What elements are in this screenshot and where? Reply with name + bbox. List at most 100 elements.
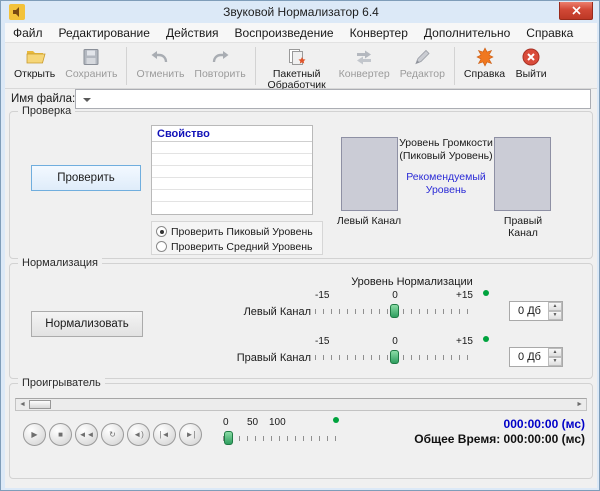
- right-level-value: 0 Дб: [512, 348, 547, 366]
- volume-button[interactable]: ◄): [127, 423, 150, 446]
- volume-level-caption-line1: Уровень Громкости: [398, 137, 494, 150]
- next-icon: ►|: [186, 430, 196, 439]
- position-slider[interactable]: ◄ ►: [15, 398, 587, 411]
- volume-slider[interactable]: [223, 431, 339, 445]
- right-level-spinbox[interactable]: 0 Дб ▲ ▼: [509, 347, 563, 367]
- left-channel-display: [341, 137, 398, 211]
- menu-item-playback[interactable]: Воспроизведение: [227, 24, 342, 42]
- left-level-value: 0 Дб: [512, 302, 547, 320]
- normalize-right-channel-label: Правый Канал: [229, 352, 311, 364]
- left-level-spinbox[interactable]: 0 Дб ▲ ▼: [509, 301, 563, 321]
- play-button[interactable]: ▶: [23, 423, 46, 446]
- scale-end-dot: [483, 290, 489, 296]
- menu-item-edit[interactable]: Редактирование: [51, 24, 158, 42]
- left-level-slider-thumb[interactable]: [390, 304, 399, 318]
- left-channel-label: Левый Канал: [334, 215, 404, 227]
- left-level-slider[interactable]: [315, 304, 475, 318]
- table-row: [152, 154, 312, 166]
- radio-check-average-level[interactable]: Проверить Средний Уровень: [156, 239, 318, 254]
- radio-selected-icon: [156, 226, 167, 237]
- redo-icon: [209, 46, 231, 68]
- menu-item-file[interactable]: Файл: [5, 24, 51, 42]
- help-button[interactable]: Справка: [459, 45, 510, 81]
- right-channel-display: [494, 137, 551, 211]
- previous-icon: |◄: [160, 430, 170, 439]
- editor-icon: [411, 46, 433, 68]
- volume-scale-0: 0: [223, 417, 229, 428]
- batch-processor-label: Пакетный Обработчик: [265, 69, 329, 91]
- total-time-value: 000:00:00: [504, 432, 559, 446]
- scale-min-label: -15: [315, 336, 329, 347]
- close-icon: [572, 6, 581, 15]
- app-window: Звуковой Нормализатор 6.4 Файл Редактиро…: [0, 0, 600, 491]
- redo-label: Повторить: [194, 69, 245, 80]
- total-time-label: Общее Время:: [414, 432, 500, 446]
- recommended-level-link-line2[interactable]: Уровень: [398, 184, 494, 197]
- right-level-slider-thumb[interactable]: [390, 350, 399, 364]
- left-spin-up-button[interactable]: ▲: [548, 302, 562, 311]
- normalize-title: Уровень Нормализации: [297, 276, 527, 288]
- scale-max-label: +15: [456, 336, 473, 347]
- exit-button[interactable]: Выйти: [510, 45, 552, 81]
- converter-icon: [353, 46, 375, 68]
- position-slider-thumb[interactable]: [29, 400, 51, 409]
- total-time-unit: (мс): [562, 432, 585, 446]
- check-button[interactable]: Проверить: [31, 165, 141, 191]
- batch-processor-button[interactable]: Пакетный Обработчик: [260, 45, 334, 92]
- left-spin-down-button[interactable]: ▼: [548, 311, 562, 320]
- recommended-level-link-line1[interactable]: Рекомендуемый: [398, 171, 494, 184]
- open-button[interactable]: Открыть: [9, 45, 60, 81]
- rewind-button[interactable]: ◄◄: [75, 423, 98, 446]
- filename-combobox[interactable]: [75, 89, 591, 109]
- volume-level-caption-line2: (Пиковый Уровень): [398, 150, 494, 163]
- stop-button[interactable]: ■: [49, 423, 72, 446]
- previous-button[interactable]: |◄: [153, 423, 176, 446]
- volume-end-dot: [333, 417, 339, 423]
- radio-check-peak-level[interactable]: Проверить Пиковый Уровень: [156, 224, 318, 239]
- radio-peak-label: Проверить Пиковый Уровень: [171, 226, 313, 238]
- volume-slider-thumb[interactable]: [224, 431, 233, 445]
- menu-item-help[interactable]: Справка: [518, 24, 581, 42]
- close-button[interactable]: [559, 2, 593, 20]
- level-captions: Уровень Громкости (Пиковый Уровень) Реко…: [398, 137, 494, 197]
- volume-scale-100: 100: [269, 417, 286, 428]
- window-title: Звуковой Нормализатор 6.4: [2, 5, 600, 19]
- right-spin-up-button[interactable]: ▲: [548, 348, 562, 357]
- scale-mid-label: 0: [392, 290, 398, 301]
- stop-icon: ■: [58, 430, 63, 439]
- open-folder-icon: [24, 46, 46, 68]
- repeat-button[interactable]: ↻: [101, 423, 124, 446]
- save-button: Сохранить: [60, 45, 122, 81]
- volume-scale-50: 50: [247, 417, 258, 428]
- right-level-slider[interactable]: [315, 350, 475, 364]
- table-row: [152, 202, 312, 214]
- normalize-button[interactable]: Нормализовать: [31, 311, 143, 337]
- right-channel-label: Правый Канал: [488, 215, 558, 239]
- menu-item-extra[interactable]: Дополнительно: [416, 24, 518, 42]
- filename-label: Имя файла:: [11, 93, 75, 105]
- repeat-icon: ↻: [109, 430, 116, 439]
- right-spin-down-button[interactable]: ▼: [548, 357, 562, 366]
- current-time-value: 000:00:00: [504, 417, 559, 431]
- left-level-scale: -15 0 +15: [315, 290, 475, 302]
- filename-input[interactable]: [94, 91, 588, 107]
- chevron-down-icon: [83, 98, 91, 102]
- menu-item-converter[interactable]: Конвертер: [342, 24, 416, 42]
- save-icon: [80, 46, 102, 68]
- property-table-header: Свойство: [152, 126, 312, 142]
- undo-label: Отменить: [136, 69, 184, 80]
- player-group-label: Проигрыватель: [18, 377, 105, 389]
- toolbar-separator: [454, 47, 455, 85]
- radio-average-label: Проверить Средний Уровень: [171, 241, 312, 253]
- next-button[interactable]: ►|: [179, 423, 202, 446]
- save-label: Сохранить: [65, 69, 117, 80]
- volume-icon: ◄): [133, 430, 144, 439]
- open-label: Открыть: [14, 69, 55, 80]
- converter-button: Конвертер: [334, 45, 395, 81]
- player-buttons: ▶ ■ ◄◄ ↻ ◄) |◄ ►|: [23, 423, 202, 446]
- menu-item-actions[interactable]: Действия: [158, 24, 227, 42]
- scale-max-label: +15: [456, 290, 473, 301]
- converter-label: Конвертер: [339, 69, 390, 80]
- menubar: Файл Редактирование Действия Воспроизвед…: [5, 23, 597, 43]
- scale-end-dot: [483, 336, 489, 342]
